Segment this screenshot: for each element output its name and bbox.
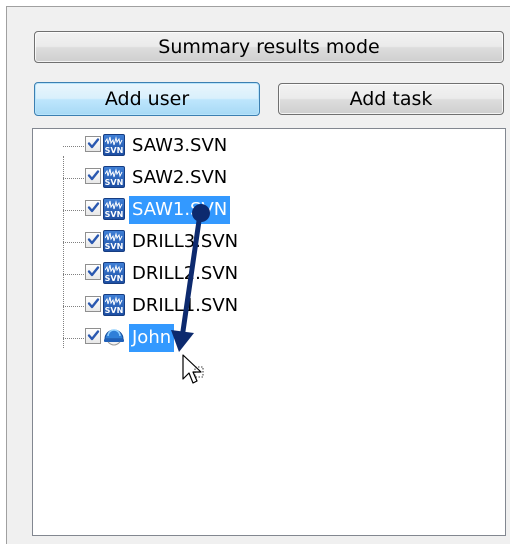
tasks-panel: Summary results mode Add user Add task S… <box>6 6 510 544</box>
add-user-button[interactable]: Add user <box>34 82 260 116</box>
node-checkbox[interactable] <box>85 200 101 216</box>
svn-icon-text: SVN <box>104 274 124 283</box>
svn-file-icon: SVN <box>103 294 125 316</box>
tree-connector-line <box>63 338 86 339</box>
node-checkbox[interactable] <box>85 328 101 344</box>
svn-icon-text: SVN <box>104 306 124 315</box>
svn-file-icon: SVN <box>103 134 125 156</box>
checkmark-icon <box>87 330 100 341</box>
task-tree-view[interactable]: SVN SAW3.SVN SVN SAW2.SVN SVN SAW1.SVN SVN DRIL… <box>32 128 506 536</box>
tree-node-label[interactable]: SAW3.SVN <box>129 132 230 160</box>
user-helmet-icon <box>103 326 125 348</box>
node-checkbox[interactable] <box>85 232 101 248</box>
checkmark-icon <box>87 138 100 149</box>
tree-node-label[interactable]: DRILL1.SVN <box>129 292 241 320</box>
tree-node-label[interactable]: DRILL3.SVN <box>129 228 241 256</box>
svn-file-icon: SVN <box>103 166 125 188</box>
tree-node[interactable]: John <box>33 323 505 355</box>
checkmark-icon <box>87 202 100 213</box>
tree-node-label[interactable]: SAW2.SVN <box>129 164 230 192</box>
tree-connector-line <box>63 178 86 179</box>
tree-node[interactable]: SVN SAW3.SVN <box>33 131 505 163</box>
tree-connector-line <box>63 306 86 307</box>
svn-icon-text: SVN <box>104 178 124 187</box>
svn-icon-text: SVN <box>104 146 124 155</box>
tree-connector-line <box>63 274 86 275</box>
add-task-button[interactable]: Add task <box>278 83 504 115</box>
node-checkbox[interactable] <box>85 264 101 280</box>
svn-file-icon: SVN <box>103 198 125 220</box>
node-checkbox[interactable] <box>85 296 101 312</box>
checkmark-icon <box>87 234 100 245</box>
svn-icon-text: SVN <box>104 242 124 251</box>
tree-node[interactable]: SVN DRILL1.SVN <box>33 291 505 323</box>
checkmark-icon <box>87 170 100 181</box>
tree-node-label[interactable]: DRILL2.SVN <box>129 260 241 288</box>
tree-connector-line <box>63 146 86 147</box>
tree-node-label[interactable]: John <box>129 324 175 352</box>
svn-file-icon: SVN <box>103 230 125 252</box>
svn-icon-text: SVN <box>104 210 124 219</box>
tree-node[interactable]: SVN DRILL3.SVN <box>33 227 505 259</box>
tree-connector-line <box>63 210 86 211</box>
node-checkbox[interactable] <box>85 136 101 152</box>
checkmark-icon <box>87 266 100 277</box>
checkmark-icon <box>87 298 100 309</box>
tree-node[interactable]: SVN DRILL2.SVN <box>33 259 505 291</box>
svn-file-icon: SVN <box>103 262 125 284</box>
tree-connector-line <box>63 242 86 243</box>
tree-node[interactable]: SVN SAW2.SVN <box>33 163 505 195</box>
node-checkbox[interactable] <box>85 168 101 184</box>
tree-node[interactable]: SVN SAW1.SVN <box>33 195 505 227</box>
summary-results-mode-button[interactable]: Summary results mode <box>34 31 504 63</box>
tree-node-label[interactable]: SAW1.SVN <box>129 196 231 224</box>
